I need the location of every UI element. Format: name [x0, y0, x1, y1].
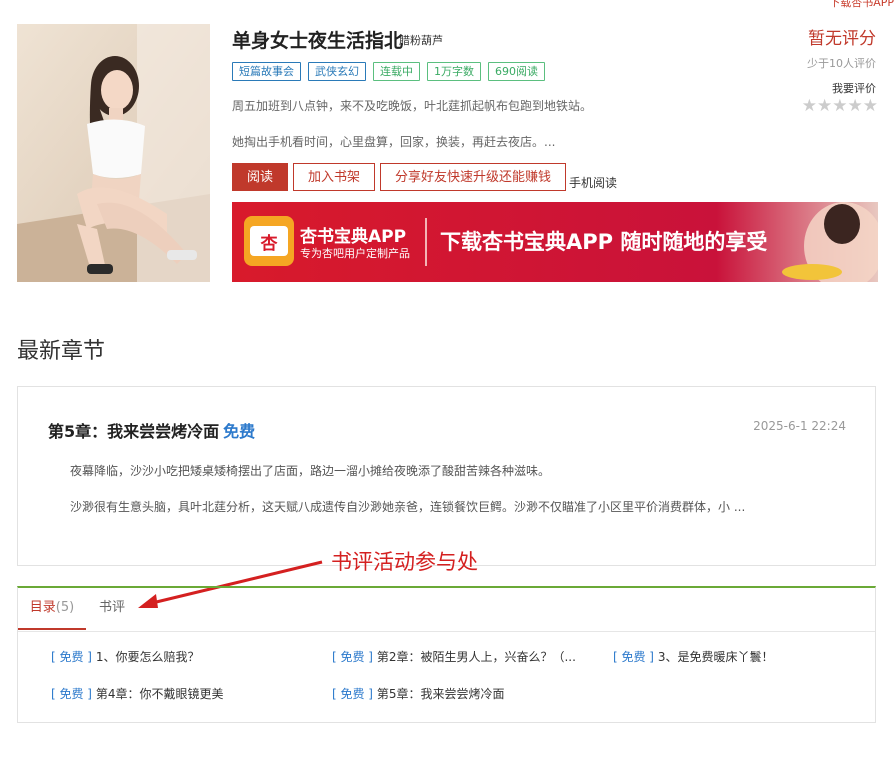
rating-stars[interactable]: ★★★★★	[802, 96, 878, 116]
tag-read-count: 690阅读	[488, 62, 545, 81]
banner-slogan: 下载杏书宝典APP 随时随地的享受	[440, 230, 768, 254]
tag-status: 连载中	[373, 62, 420, 81]
toc-item[interactable]: [ 免费 ] 3、是免费暖床丫鬟！	[613, 648, 773, 665]
toc-title[interactable]: 第4章：你不戴眼镜更美	[96, 687, 224, 701]
rating-count: 少于10人评价	[807, 57, 876, 70]
toc-title[interactable]: 第5章：我来尝尝烤冷面	[377, 687, 505, 701]
toc-item[interactable]: [ 免费 ] 第2章：被陌生男人上，兴奋么？（...	[332, 648, 576, 665]
toc-free-tag: [ 免费 ]	[332, 650, 373, 664]
toc-free-tag: [ 免费 ]	[332, 687, 373, 701]
share-button[interactable]: 分享好友快速升级还能赚钱	[380, 163, 567, 191]
annotation-label: 书评活动参与处	[331, 550, 478, 574]
latest-chapter-excerpt-2: 沙渺很有生意头脑，具叶北莛分析，这天赋八成遗传自沙渺她亲爸，连锁餐饮巨鳄。沙渺不…	[70, 500, 746, 514]
mobile-read-link[interactable]: 手机阅读	[569, 174, 617, 191]
banner-app-name: 杏书宝典APP	[300, 227, 407, 247]
tag-genre[interactable]: 武侠玄幻	[308, 62, 366, 81]
book-title[interactable]: 单身女士夜生活指北	[232, 26, 403, 53]
banner-app-subtitle: 专为杏吧用户定制产品	[300, 247, 410, 260]
latest-chapter-date: 2025-6-1 22:24	[753, 419, 846, 433]
toc-item[interactable]: [ 免费 ] 第4章：你不戴眼镜更美	[51, 685, 223, 702]
add-to-shelf-button[interactable]: 加入书架	[293, 163, 376, 191]
book-description-line-2: 她掏出手机看时间，心里盘算，回家，换装，再赶去夜店。...	[232, 135, 556, 149]
tab-toc-count: (5)	[55, 600, 75, 615]
toc-free-tag: [ 免费 ]	[51, 687, 92, 701]
book-description-line-1: 周五加班到八点钟，来不及吃晚饭，叶北莛抓起帆布包跑到地铁站。	[232, 99, 593, 113]
toc-free-tag: [ 免费 ]	[613, 650, 654, 664]
latest-chapter-excerpt-1: 夜幕降临，沙沙小吃把矮桌矮椅摆出了店面，路边一溜小摊给夜晚添了酸甜苦辣各种滋味。	[70, 464, 551, 478]
toc-item[interactable]: [ 免费 ] 第5章：我来尝尝烤冷面	[332, 685, 504, 702]
download-app-link[interactable]: 下载杏书APP	[829, 0, 894, 10]
latest-chapter-title-text[interactable]: 第5章：我来尝尝烤冷面	[48, 422, 219, 441]
tab-toc-label[interactable]: 目录	[30, 600, 56, 615]
action-buttons: 阅读 加入书架 分享好友快速升级还能赚钱 手机阅读	[232, 163, 617, 191]
tag-category[interactable]: 短篇故事会	[232, 62, 301, 81]
toc-free-tag: [ 免费 ]	[51, 650, 92, 664]
rate-link[interactable]: 我要评价	[832, 80, 876, 96]
app-logo-mark: 杏	[250, 226, 288, 256]
tab-bar: 目录(5) 书评	[18, 588, 875, 632]
app-download-banner[interactable]: 杏 杏书宝典APP 专为杏吧用户定制产品 下载杏书宝典APP 随时随地的享受	[232, 202, 878, 282]
read-button[interactable]: 阅读	[232, 163, 289, 191]
rating-score: 暂无评分	[808, 29, 876, 49]
toc-title[interactable]: 3、是免费暖床丫鬟！	[658, 650, 774, 664]
tab-reviews[interactable]: 书评	[99, 588, 125, 630]
book-tags: 短篇故事会 武侠玄幻 连载中 1万字数 690阅读	[232, 62, 545, 81]
toc-title[interactable]: 1、你要怎么赔我？	[96, 650, 200, 664]
free-badge: 免费	[223, 422, 256, 441]
tag-word-count: 1万字数	[427, 62, 481, 81]
book-author[interactable]: 腊粉葫芦	[399, 32, 443, 48]
toc-item[interactable]: [ 免费 ] 1、你要怎么赔我？	[51, 648, 199, 665]
app-logo-icon: 杏	[244, 216, 294, 266]
tab-table-of-contents[interactable]: 目录(5)	[18, 588, 86, 630]
book-cover-image[interactable]	[17, 24, 210, 282]
latest-chapter-heading: 最新章节	[17, 339, 106, 364]
latest-chapter-title[interactable]: 第5章：我来尝尝烤冷面 免费	[48, 418, 255, 442]
toc-title[interactable]: 第2章：被陌生男人上，兴奋么？（...	[377, 650, 576, 664]
